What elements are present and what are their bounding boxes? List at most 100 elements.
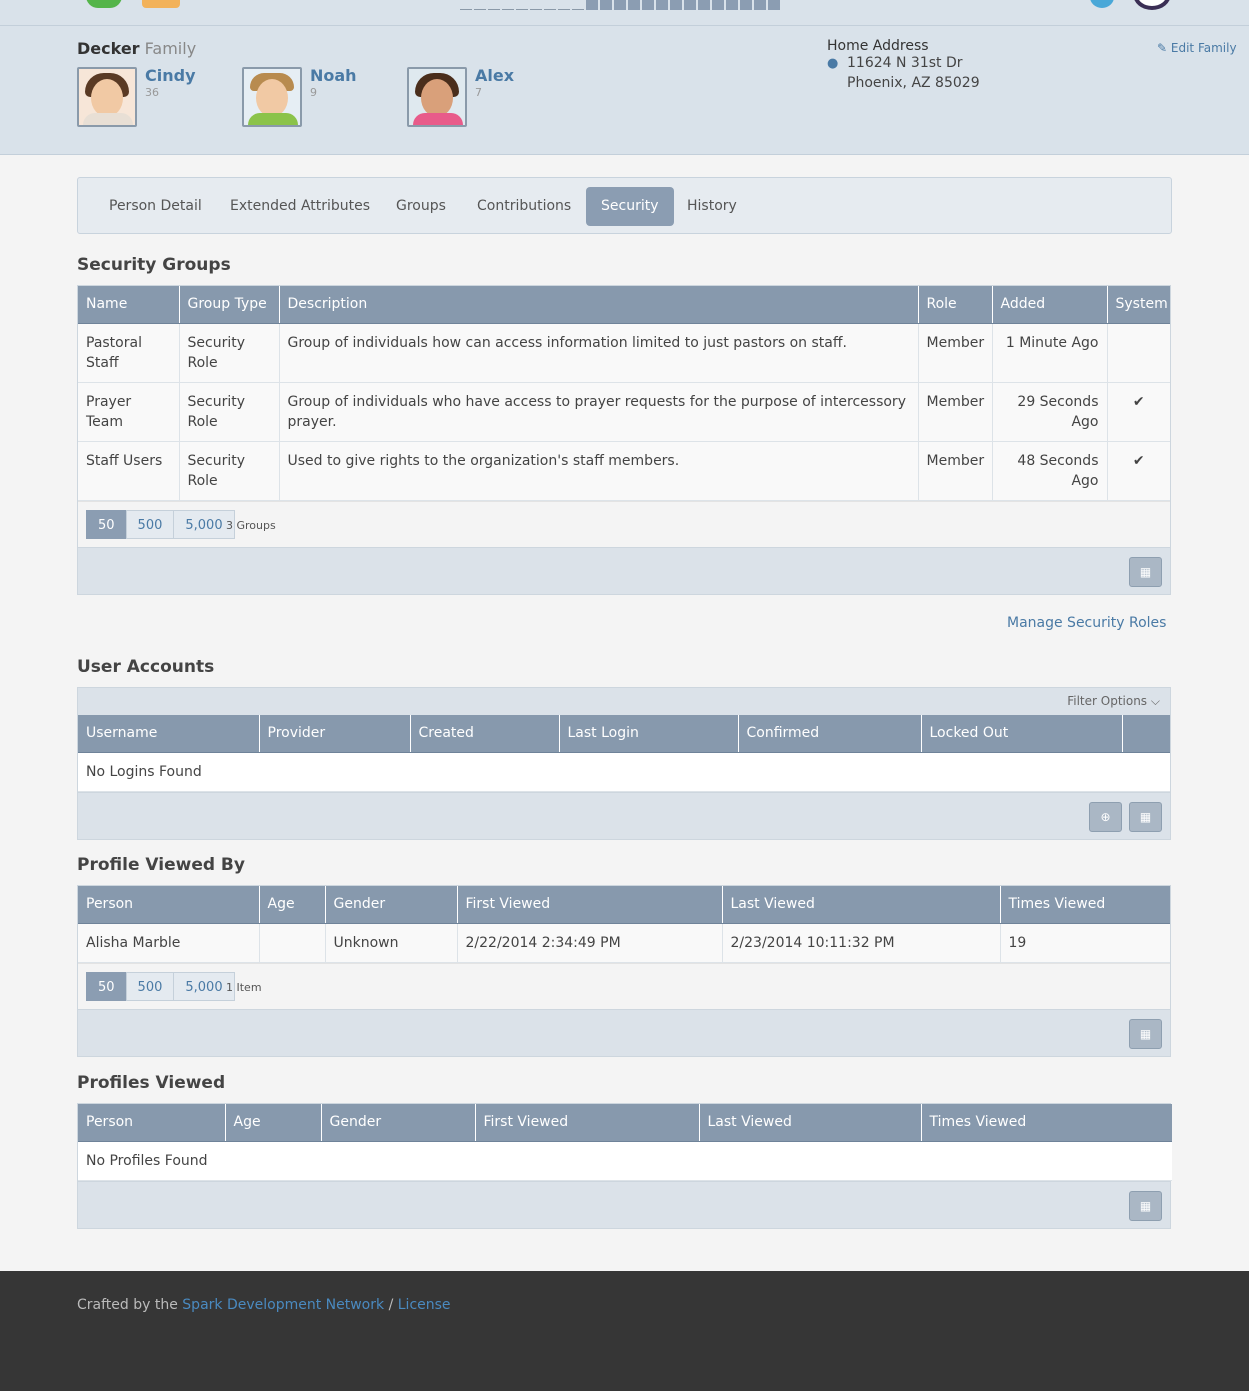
security-groups-grid: Name Group Type Description Role Added S… [77,285,1171,595]
column-header-username[interactable]: Username [78,715,260,753]
column-header-role[interactable]: Role [918,286,993,324]
tab-person-detail[interactable]: Person Detail [94,187,217,226]
filter-options-toggle[interactable]: Filter Options ⌵ [1067,694,1160,709]
license-link[interactable]: License [398,1297,451,1313]
meter-segment [460,0,472,10]
table-row[interactable]: Pastoral Staff Security Role Group of in… [78,323,1170,383]
column-header-times-viewed[interactable]: Times Viewed [1000,886,1170,924]
column-header-locked-out[interactable]: Locked Out [921,715,1123,753]
manage-security-roles-link[interactable]: Manage Security Roles [1007,615,1166,631]
profile-viewed-by-grid: Person Age Gender First Viewed Last View… [77,885,1171,1057]
tab-security[interactable]: Security [586,187,674,226]
column-header-person[interactable]: Person [78,1104,226,1142]
column-header-age[interactable]: Age [225,1104,322,1142]
column-header-last-login[interactable]: Last Login [559,715,739,753]
engagement-meter [460,0,782,10]
meter-segment [656,0,668,10]
column-header-last-viewed[interactable]: Last Viewed [722,886,1001,924]
column-header-confirmed[interactable]: Confirmed [738,715,922,753]
profiles-viewed-title: Profiles Viewed [77,1073,226,1093]
table-row[interactable]: Alisha Marble Unknown 2/22/2014 2:34:49 … [78,923,1170,963]
column-header-created[interactable]: Created [410,715,560,753]
column-header-age[interactable]: Age [259,886,326,924]
cell-name: Staff Users [78,441,180,501]
family-member-alex[interactable]: Alex 7 [407,66,514,127]
cell-role: Member [918,441,993,501]
table-row[interactable]: Prayer Team Security Role Group of indiv… [78,382,1170,442]
column-header-system[interactable]: System [1107,286,1170,324]
column-header-first-viewed[interactable]: First Viewed [457,886,723,924]
table-icon: ▦ [1139,1198,1152,1213]
excel-export-button[interactable]: ▦ [1129,1018,1162,1049]
column-header-person[interactable]: Person [78,886,260,924]
grid-actions: ⊕ ▦ [78,791,1170,839]
profile-avatar-icon[interactable] [1133,0,1171,10]
tab-history[interactable]: History [672,187,752,226]
top-strip: 710 [0,0,1249,26]
item-count: 1 Item [226,980,262,994]
column-header-times-viewed[interactable]: Times Viewed [921,1104,1172,1142]
status-badge-green[interactable] [86,0,122,8]
cell-added: 29 Seconds Ago [992,382,1108,442]
table-row[interactable]: Staff Users Security Role Used to give r… [78,441,1170,501]
column-header-name[interactable]: Name [78,286,180,324]
family-member-cindy[interactable]: Cindy 36 [77,66,196,127]
meter-segment [628,0,640,10]
avatar[interactable] [242,67,302,127]
avatar[interactable] [407,67,467,127]
meter-segment [768,0,780,10]
page-size-50[interactable]: 50 [86,971,127,1001]
member-name[interactable]: Cindy [145,66,196,85]
column-header-provider[interactable]: Provider [259,715,411,753]
table-icon: ▦ [1139,1026,1152,1041]
edit-family-label: Edit Family [1170,41,1237,55]
meter-segment [558,0,570,10]
page-size-500[interactable]: 500 [125,509,175,539]
column-header-last-viewed[interactable]: Last Viewed [699,1104,922,1142]
cell-description: Used to give rights to the organization'… [279,441,919,501]
column-header-gender[interactable]: Gender [325,886,458,924]
cell-role: Member [918,382,993,442]
avatar[interactable] [77,67,137,127]
tab-groups[interactable]: Groups [381,187,461,226]
add-login-button[interactable]: ⊕ [1089,801,1122,832]
column-header-first-viewed[interactable]: First Viewed [475,1104,700,1142]
edit-family-link[interactable]: ✎ Edit Family [1157,41,1237,55]
info-icon[interactable] [1090,0,1114,8]
column-header-group-type[interactable]: Group Type [179,286,280,324]
page-size-selector: 50 500 5,000 [86,971,235,1001]
cell-times-viewed: 19 [1000,923,1170,963]
item-count: 3 Groups [226,518,276,532]
pager: 50 500 5,000 3 Groups [78,500,1170,547]
address-line-1: 11624 N 31st Dr [847,55,963,71]
tab-contributions[interactable]: Contributions [462,187,586,226]
meter-segment [488,0,500,10]
empty-row: No Profiles Found [78,1141,1172,1181]
meter-segment [642,0,654,10]
footer-separator: / [388,1297,394,1313]
page-size-50[interactable]: 50 [86,509,127,539]
status-badge-orange[interactable]: 710 [142,0,180,8]
cell-type: Security Role [179,323,280,383]
column-header-description[interactable]: Description [279,286,919,324]
family-suffix: Family [144,39,197,58]
member-age: 36 [145,86,159,99]
family-member-noah[interactable]: Noah 9 [242,66,357,127]
page-size-500[interactable]: 500 [125,971,175,1001]
tab-extended-attributes[interactable]: Extended Attributes [215,187,385,226]
column-header-gender[interactable]: Gender [321,1104,476,1142]
empty-message: No Logins Found [78,752,1170,792]
map-pin-icon[interactable]: ● [827,56,838,71]
column-header-added[interactable]: Added [992,286,1108,324]
cell-added: 1 Minute Ago [992,323,1108,383]
spark-network-link[interactable]: Spark Development Network [182,1297,384,1313]
member-name[interactable]: Alex [475,66,514,85]
page-size-selector: 50 500 5,000 [86,509,235,539]
excel-export-button[interactable]: ▦ [1129,1190,1162,1221]
member-name[interactable]: Noah [310,66,357,85]
excel-export-button[interactable]: ▦ [1129,556,1162,587]
footer-prefix: Crafted by the [77,1297,178,1313]
cell-last-viewed: 2/23/2014 10:11:32 PM [722,923,1001,963]
cell-role: Member [918,323,993,383]
excel-export-button[interactable]: ▦ [1129,801,1162,832]
